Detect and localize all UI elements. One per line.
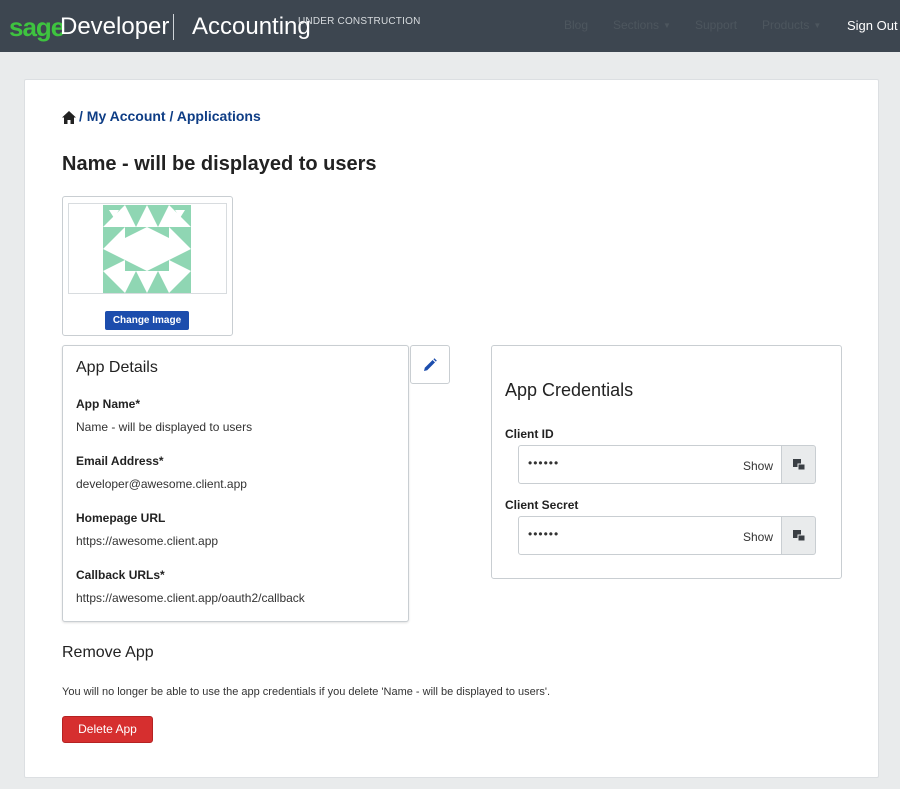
callback-urls-value: https://awesome.client.app/oauth2/callba… bbox=[76, 591, 305, 605]
breadcrumb: / My Account / Applications bbox=[62, 108, 261, 124]
app-image-panel: Change Image bbox=[62, 196, 233, 336]
sign-out-link[interactable]: Sign Out bbox=[847, 18, 898, 33]
client-secret-masked-value: •••••• bbox=[528, 527, 560, 541]
homepage-url-label: Homepage URL bbox=[76, 511, 166, 525]
product-name: Accounting bbox=[192, 13, 311, 40]
home-icon[interactable] bbox=[62, 111, 76, 124]
pencil-icon bbox=[424, 357, 437, 371]
app-credentials-panel: App Credentials Client ID •••••• Show Cl… bbox=[491, 345, 842, 579]
page-title: Name - will be displayed to users bbox=[62, 153, 377, 175]
chevron-down-icon: ▼ bbox=[663, 21, 671, 31]
delete-app-button[interactable]: Delete App bbox=[62, 716, 153, 743]
nav-products-dropdown[interactable]: Products ▼ bbox=[762, 18, 821, 32]
nav-blog-link[interactable]: Blog bbox=[564, 18, 588, 32]
logo-divider bbox=[173, 14, 174, 40]
product-status-label: UNDER CONSTRUCTION bbox=[298, 16, 421, 27]
client-secret-field[interactable]: •••••• Show bbox=[518, 516, 782, 555]
homepage-url-value: https://awesome.client.app bbox=[76, 534, 219, 548]
clipboard-icon bbox=[792, 459, 805, 471]
developer-logo-text[interactable]: Developer bbox=[60, 13, 169, 41]
nav-sections-dropdown[interactable]: Sections ▼ bbox=[613, 18, 671, 32]
app-identicon-image bbox=[103, 205, 191, 293]
email-address-label: Email Address* bbox=[76, 454, 164, 468]
top-navbar: sage Developer Accounting UNDER CONSTRUC… bbox=[0, 0, 900, 52]
client-secret-label: Client Secret bbox=[505, 498, 579, 512]
client-secret-copy-button[interactable] bbox=[782, 516, 816, 555]
clipboard-icon bbox=[792, 530, 805, 542]
remove-app-title: Remove App bbox=[62, 644, 154, 661]
edit-details-button[interactable] bbox=[410, 345, 450, 384]
change-image-button[interactable]: Change Image bbox=[105, 311, 189, 330]
client-id-copy-button[interactable] bbox=[782, 445, 816, 484]
app-credentials-title: App Credentials bbox=[505, 380, 634, 400]
client-id-show-toggle[interactable]: Show bbox=[743, 459, 773, 473]
nav-support-link[interactable]: Support bbox=[695, 18, 737, 32]
callback-urls-label: Callback URLs* bbox=[76, 568, 165, 582]
app-details-panel: App Details App Name* Name - will be dis… bbox=[62, 345, 409, 622]
chevron-down-icon: ▼ bbox=[813, 21, 822, 31]
nav-products-label: Products bbox=[762, 18, 810, 32]
app-name-label: App Name* bbox=[76, 397, 141, 411]
client-id-masked-value: •••••• bbox=[528, 456, 560, 470]
app-identicon-frame bbox=[68, 203, 227, 294]
app-name-value: Name - will be displayed to users bbox=[76, 420, 253, 434]
nav-sections-label: Sections bbox=[613, 18, 660, 32]
email-address-value: developer@awesome.client.app bbox=[76, 477, 247, 491]
client-id-label: Client ID bbox=[505, 427, 554, 441]
app-details-title: App Details bbox=[76, 359, 158, 376]
sage-logo[interactable]: sage bbox=[9, 12, 65, 43]
remove-app-warning: You will no longer be able to use the ap… bbox=[62, 686, 551, 698]
breadcrumb-links[interactable]: / My Account / Applications bbox=[79, 108, 261, 124]
application-card: / My Account / Applications Name - will … bbox=[24, 79, 879, 778]
client-secret-show-toggle[interactable]: Show bbox=[743, 530, 773, 544]
client-id-field[interactable]: •••••• Show bbox=[518, 445, 782, 484]
